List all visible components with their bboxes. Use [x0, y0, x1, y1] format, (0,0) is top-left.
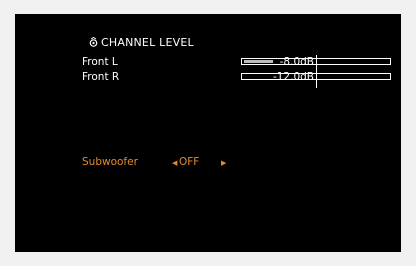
menu-title: CHANNEL LEVEL: [88, 35, 194, 49]
subwoofer-value: OFF: [179, 156, 200, 168]
menu-title-label: CHANNEL LEVEL: [101, 35, 194, 49]
channel-row-front-r[interactable]: Front R -12.0dB: [82, 71, 392, 84]
subwoofer-row[interactable]: Subwoofer ◀ OFF ▶: [82, 156, 282, 170]
channel-label: Front L: [82, 56, 118, 68]
right-arrow-icon[interactable]: ▶: [221, 156, 226, 170]
channel-row-front-l[interactable]: Front L -8.0dB: [82, 56, 392, 69]
left-arrow-icon[interactable]: ◀: [172, 156, 177, 170]
zero-level-marker: [316, 55, 317, 88]
osd-screen: [15, 14, 401, 252]
channel-label: Front R: [82, 71, 120, 83]
speaker-level-icon: [88, 36, 99, 48]
subwoofer-label: Subwoofer: [82, 156, 138, 168]
channel-level-fill: [244, 60, 273, 63]
